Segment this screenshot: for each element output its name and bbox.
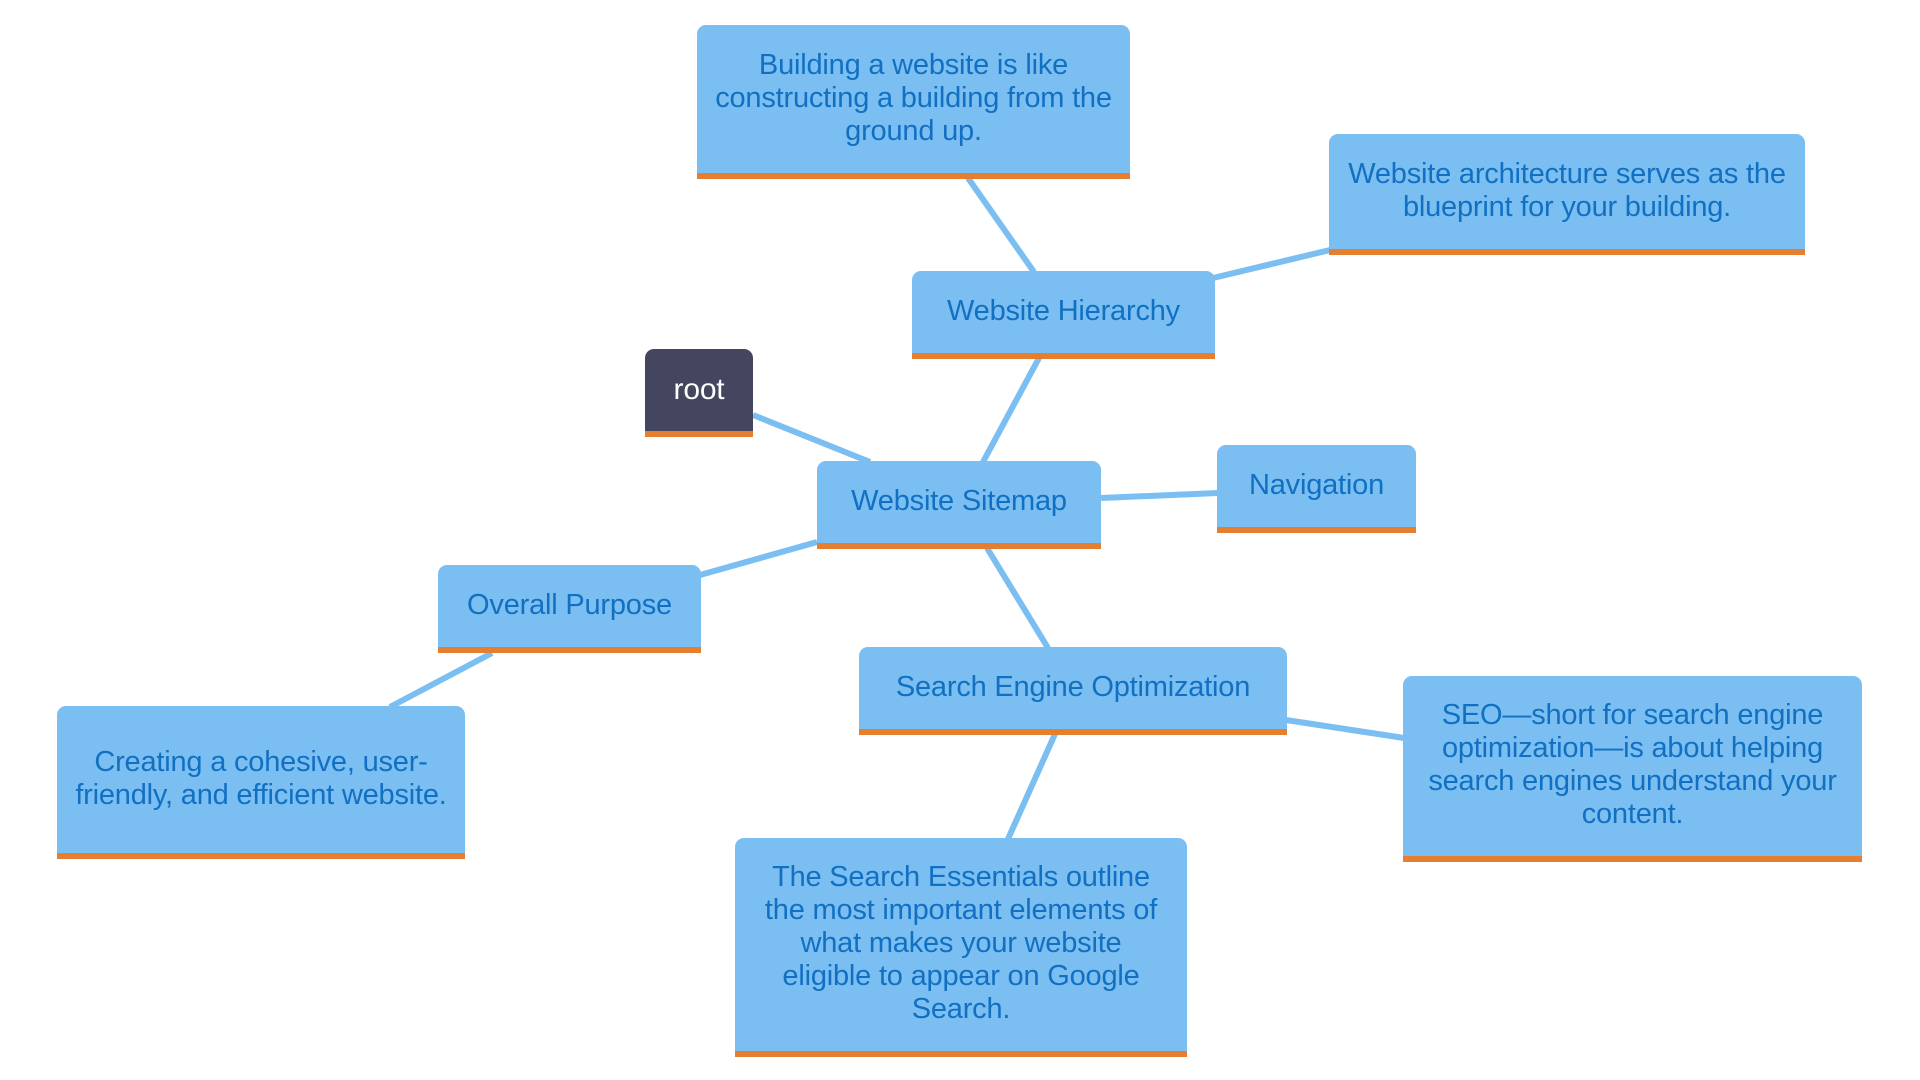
node-architecture-blueprint[interactable]: Website architecture serves as the bluep… <box>1329 134 1805 255</box>
node-label: The Search Essentials outline the most i… <box>764 861 1158 1025</box>
node-building-analogy[interactable]: Building a website is like constructing … <box>697 25 1130 179</box>
node-seo-description[interactable]: SEO—short for search engine optimization… <box>1403 676 1862 862</box>
edge-seo-seodesc <box>1285 717 1405 741</box>
edge-hierarchy-architecture <box>1212 247 1331 281</box>
edge-hierarchy-building <box>965 176 1037 274</box>
edge-root-sitemap <box>751 412 872 465</box>
node-website-sitemap[interactable]: Website Sitemap <box>817 461 1101 549</box>
node-label: Building a website is like constructing … <box>715 48 1112 147</box>
node-label: Search Engine Optimization <box>895 670 1251 703</box>
node-creating-website[interactable]: Creating a cohesive, user-friendly, and … <box>57 706 465 859</box>
edge-sitemap-navigation <box>1100 490 1219 501</box>
node-label: Navigation <box>1248 468 1385 501</box>
node-label: SEO—short for search engine optimization… <box>1428 699 1837 830</box>
edge-sitemap-seo <box>984 546 1051 650</box>
node-label: Overall Purpose <box>467 588 672 621</box>
node-navigation[interactable]: Navigation <box>1217 445 1416 533</box>
edge-sitemap-hierarchy <box>980 356 1042 464</box>
node-label: root <box>673 372 725 406</box>
node-search-essentials[interactable]: The Search Essentials outline the most i… <box>735 838 1187 1057</box>
node-overall-purpose[interactable]: Overall Purpose <box>438 565 701 653</box>
edge-sitemap-purpose <box>699 539 818 578</box>
node-website-hierarchy[interactable]: Website Hierarchy <box>912 271 1215 359</box>
node-label: Website Hierarchy <box>947 294 1180 327</box>
node-search-engine-optimization[interactable]: Search Engine Optimization <box>859 647 1287 735</box>
edge-purpose-creating <box>388 650 494 710</box>
node-label: Website Sitemap <box>851 484 1067 517</box>
node-label: Website architecture serves as the bluep… <box>1348 157 1786 223</box>
node-label: Creating a cohesive, user-friendly, and … <box>75 745 447 811</box>
edge-seo-essentials <box>1005 732 1058 841</box>
node-root[interactable]: root <box>645 349 753 437</box>
